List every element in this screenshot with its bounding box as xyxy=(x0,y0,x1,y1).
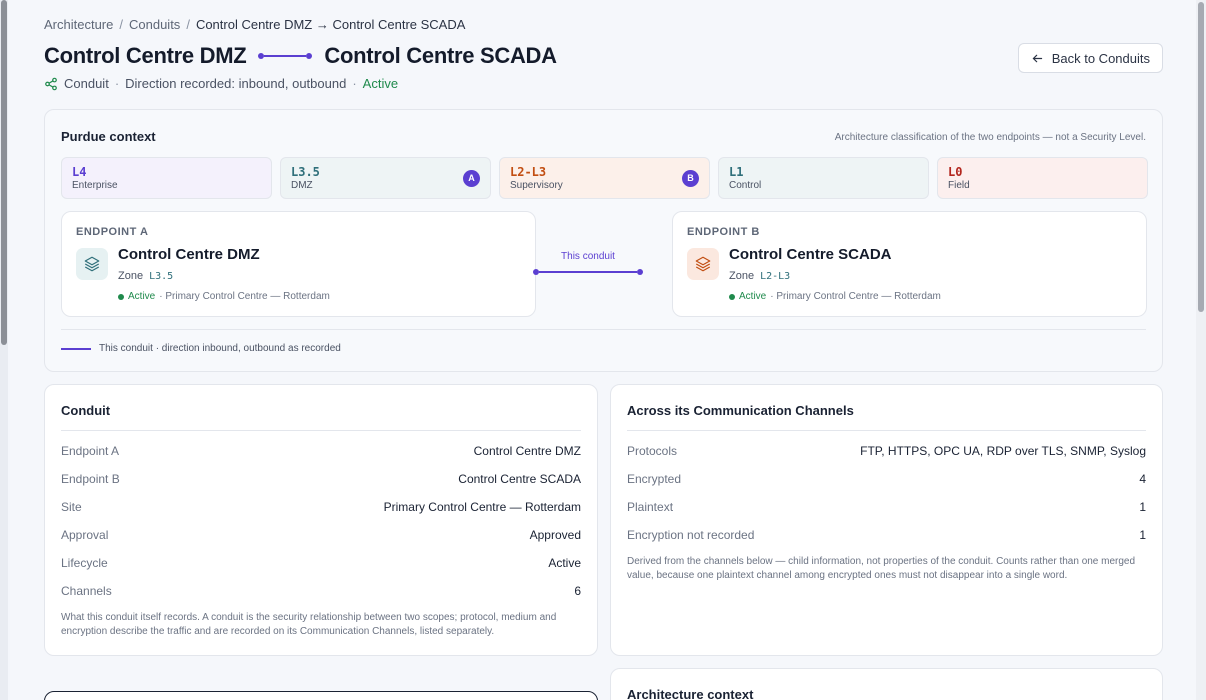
architecture-context-card: Architecture context xyxy=(610,668,1163,700)
endpoint-b-card[interactable]: ENDPOINT B Control Centre SCADA Zone L2-L… xyxy=(672,211,1147,317)
page: Architecture / Conduits / Control Centre DMZ… xyxy=(10,0,1196,700)
purdue-level-l1: L1 Control xyxy=(718,157,929,199)
channels-footnote: Derived from the channels below — child … xyxy=(627,556,1136,581)
purdue-levels: L4 Enterprise L3.5 DMZ A L2-L3 Supervisory B … xyxy=(61,157,1148,199)
endpoint-a-name[interactable]: Control Centre DMZ xyxy=(118,246,260,263)
purdue-level-l2-l3: L2-L3 Supervisory B xyxy=(499,157,710,199)
purdue-legend: This conduit · direction inbound, outbou… xyxy=(61,343,341,354)
property-row: Endpoint A Control Centre DMZ xyxy=(61,444,581,458)
conduit-link: This conduit xyxy=(533,251,643,275)
property-row: Plaintext 1 xyxy=(627,500,1146,514)
back-to-conduits-button[interactable]: Back to Conduits xyxy=(1017,43,1163,73)
arrow-left-icon xyxy=(1032,54,1042,62)
share-nodes-icon xyxy=(45,77,57,90)
page-meta: Conduit · Direction recorded: inbound, o… xyxy=(44,76,398,91)
endpoint-b-status: Active · Primary Control Centre — Rotterd… xyxy=(729,291,941,302)
channels-heading: Across its Communication Channels xyxy=(627,403,854,418)
legend-swatch xyxy=(61,347,91,350)
level-code: L3.5 xyxy=(291,165,320,179)
title-endpoint-b: Control Centre SCADA xyxy=(324,43,557,68)
title-endpoint-a: Control Centre DMZ xyxy=(44,43,247,68)
level-label: Field xyxy=(948,180,970,191)
level-label: Control xyxy=(729,180,762,191)
endpoint-a-zone: Zone L3.5 xyxy=(118,270,174,282)
level-label: Supervisory xyxy=(510,180,563,191)
channel-properties: Protocols FTP, HTTPS, OPC UA, RDP over TL… xyxy=(627,437,1146,549)
conduit-properties: Endpoint A Control Centre DMZ Endpoint BC… xyxy=(61,437,581,605)
conduit-link-label: This conduit xyxy=(561,251,615,262)
status-dot-icon xyxy=(118,293,124,300)
endpoint-a-caption: ENDPOINT A xyxy=(76,226,149,238)
conduit-footnote: What this conduit itself records. A cond… xyxy=(61,612,557,637)
property-row: Lifecycle Active xyxy=(61,556,581,570)
endpoint-a-zone-code: L3.5 xyxy=(149,271,174,282)
purdue-heading: Purdue context xyxy=(61,129,156,144)
breadcrumb-separator: / xyxy=(119,17,123,32)
level-code: L2-L3 xyxy=(510,165,547,179)
breadcrumb: Architecture / Conduits / Control Centre DMZ… xyxy=(44,17,465,32)
legend-label: This conduit · direction inbound, outbou… xyxy=(99,343,341,354)
status-dot-icon xyxy=(729,293,735,300)
property-row: Site Primary Control Centre — Rotterdam xyxy=(61,500,581,514)
property-row: Approval Approved xyxy=(61,528,581,542)
endpoint-b-zone: Zone L2-L3 xyxy=(729,270,791,282)
focused-card[interactable] xyxy=(44,691,598,700)
conduit-details-card: Conduit Endpoint A Control Centre DMZ End… xyxy=(44,384,598,656)
right-scrollbar[interactable] xyxy=(1196,0,1206,700)
purdue-context-panel: Purdue context Architecture classificati… xyxy=(44,109,1163,372)
purdue-level-l35: L3.5 DMZ A xyxy=(280,157,491,199)
level-code: L1 xyxy=(729,165,744,179)
property-row: Endpoint B Control Centre SCADA xyxy=(61,472,581,486)
level-code: L0 xyxy=(948,165,963,179)
meta-type: Conduit xyxy=(64,76,109,91)
endpoint-b-badge: B xyxy=(682,170,699,187)
endpoint-a-card[interactable]: ENDPOINT A Control Centre DMZ Zone L3.5 A… xyxy=(61,211,536,317)
endpoint-a-badge: A xyxy=(463,170,480,187)
purdue-level-l4: L4 Enterprise xyxy=(61,157,272,199)
divider xyxy=(61,329,1146,330)
endpoint-b-name[interactable]: Control Centre SCADA xyxy=(729,246,892,263)
left-scrollbar-thumb[interactable] xyxy=(1,0,7,345)
property-row: Channels 6 xyxy=(61,584,581,598)
endpoint-b-zone-code: L2-L3 xyxy=(760,271,791,282)
meta-direction: Direction recorded: inbound, outbound xyxy=(125,76,347,91)
level-label: DMZ xyxy=(291,180,313,191)
divider xyxy=(627,430,1146,431)
page-title: Control Centre DMZ Control Centre SCADA xyxy=(44,43,557,69)
level-label: Enterprise xyxy=(72,180,118,191)
layers-icon xyxy=(76,248,108,280)
breadcrumb-conduits[interactable]: Conduits xyxy=(129,17,180,32)
meta-status: Active xyxy=(362,76,399,91)
back-button-label: Back to Conduits xyxy=(1051,50,1150,66)
property-row: Encryption not recorded 1 xyxy=(627,528,1146,542)
conduit-heading: Conduit xyxy=(61,403,111,418)
architecture-heading: Architecture context xyxy=(627,687,754,700)
breadcrumb-architecture[interactable]: Architecture xyxy=(44,17,113,32)
purdue-note: Architecture classification of the two e… xyxy=(834,132,1146,143)
left-scrollbar[interactable] xyxy=(0,0,8,700)
conduit-connector-icon xyxy=(258,53,313,59)
conduit-link-line xyxy=(533,269,643,275)
purdue-level-l0: L0 Field xyxy=(937,157,1148,199)
breadcrumb-current: Control Centre DMZ → Control Centre SCAD… xyxy=(195,17,466,32)
divider xyxy=(61,430,581,431)
level-code: L4 xyxy=(72,165,87,179)
channels-summary-card: Across its Communication Channels Protoc… xyxy=(610,384,1163,656)
property-row: Encrypted 4 xyxy=(627,472,1146,486)
property-row: Protocols FTP, HTTPS, OPC UA, RDP over TL… xyxy=(627,444,1146,458)
endpoint-b-caption: ENDPOINT B xyxy=(687,226,760,238)
endpoint-a-status: Active · Primary Control Centre — Rotterd… xyxy=(118,291,330,302)
breadcrumb-separator: / xyxy=(186,17,190,32)
right-scrollbar-thumb[interactable] xyxy=(1198,2,1204,312)
layers-icon xyxy=(687,248,719,280)
